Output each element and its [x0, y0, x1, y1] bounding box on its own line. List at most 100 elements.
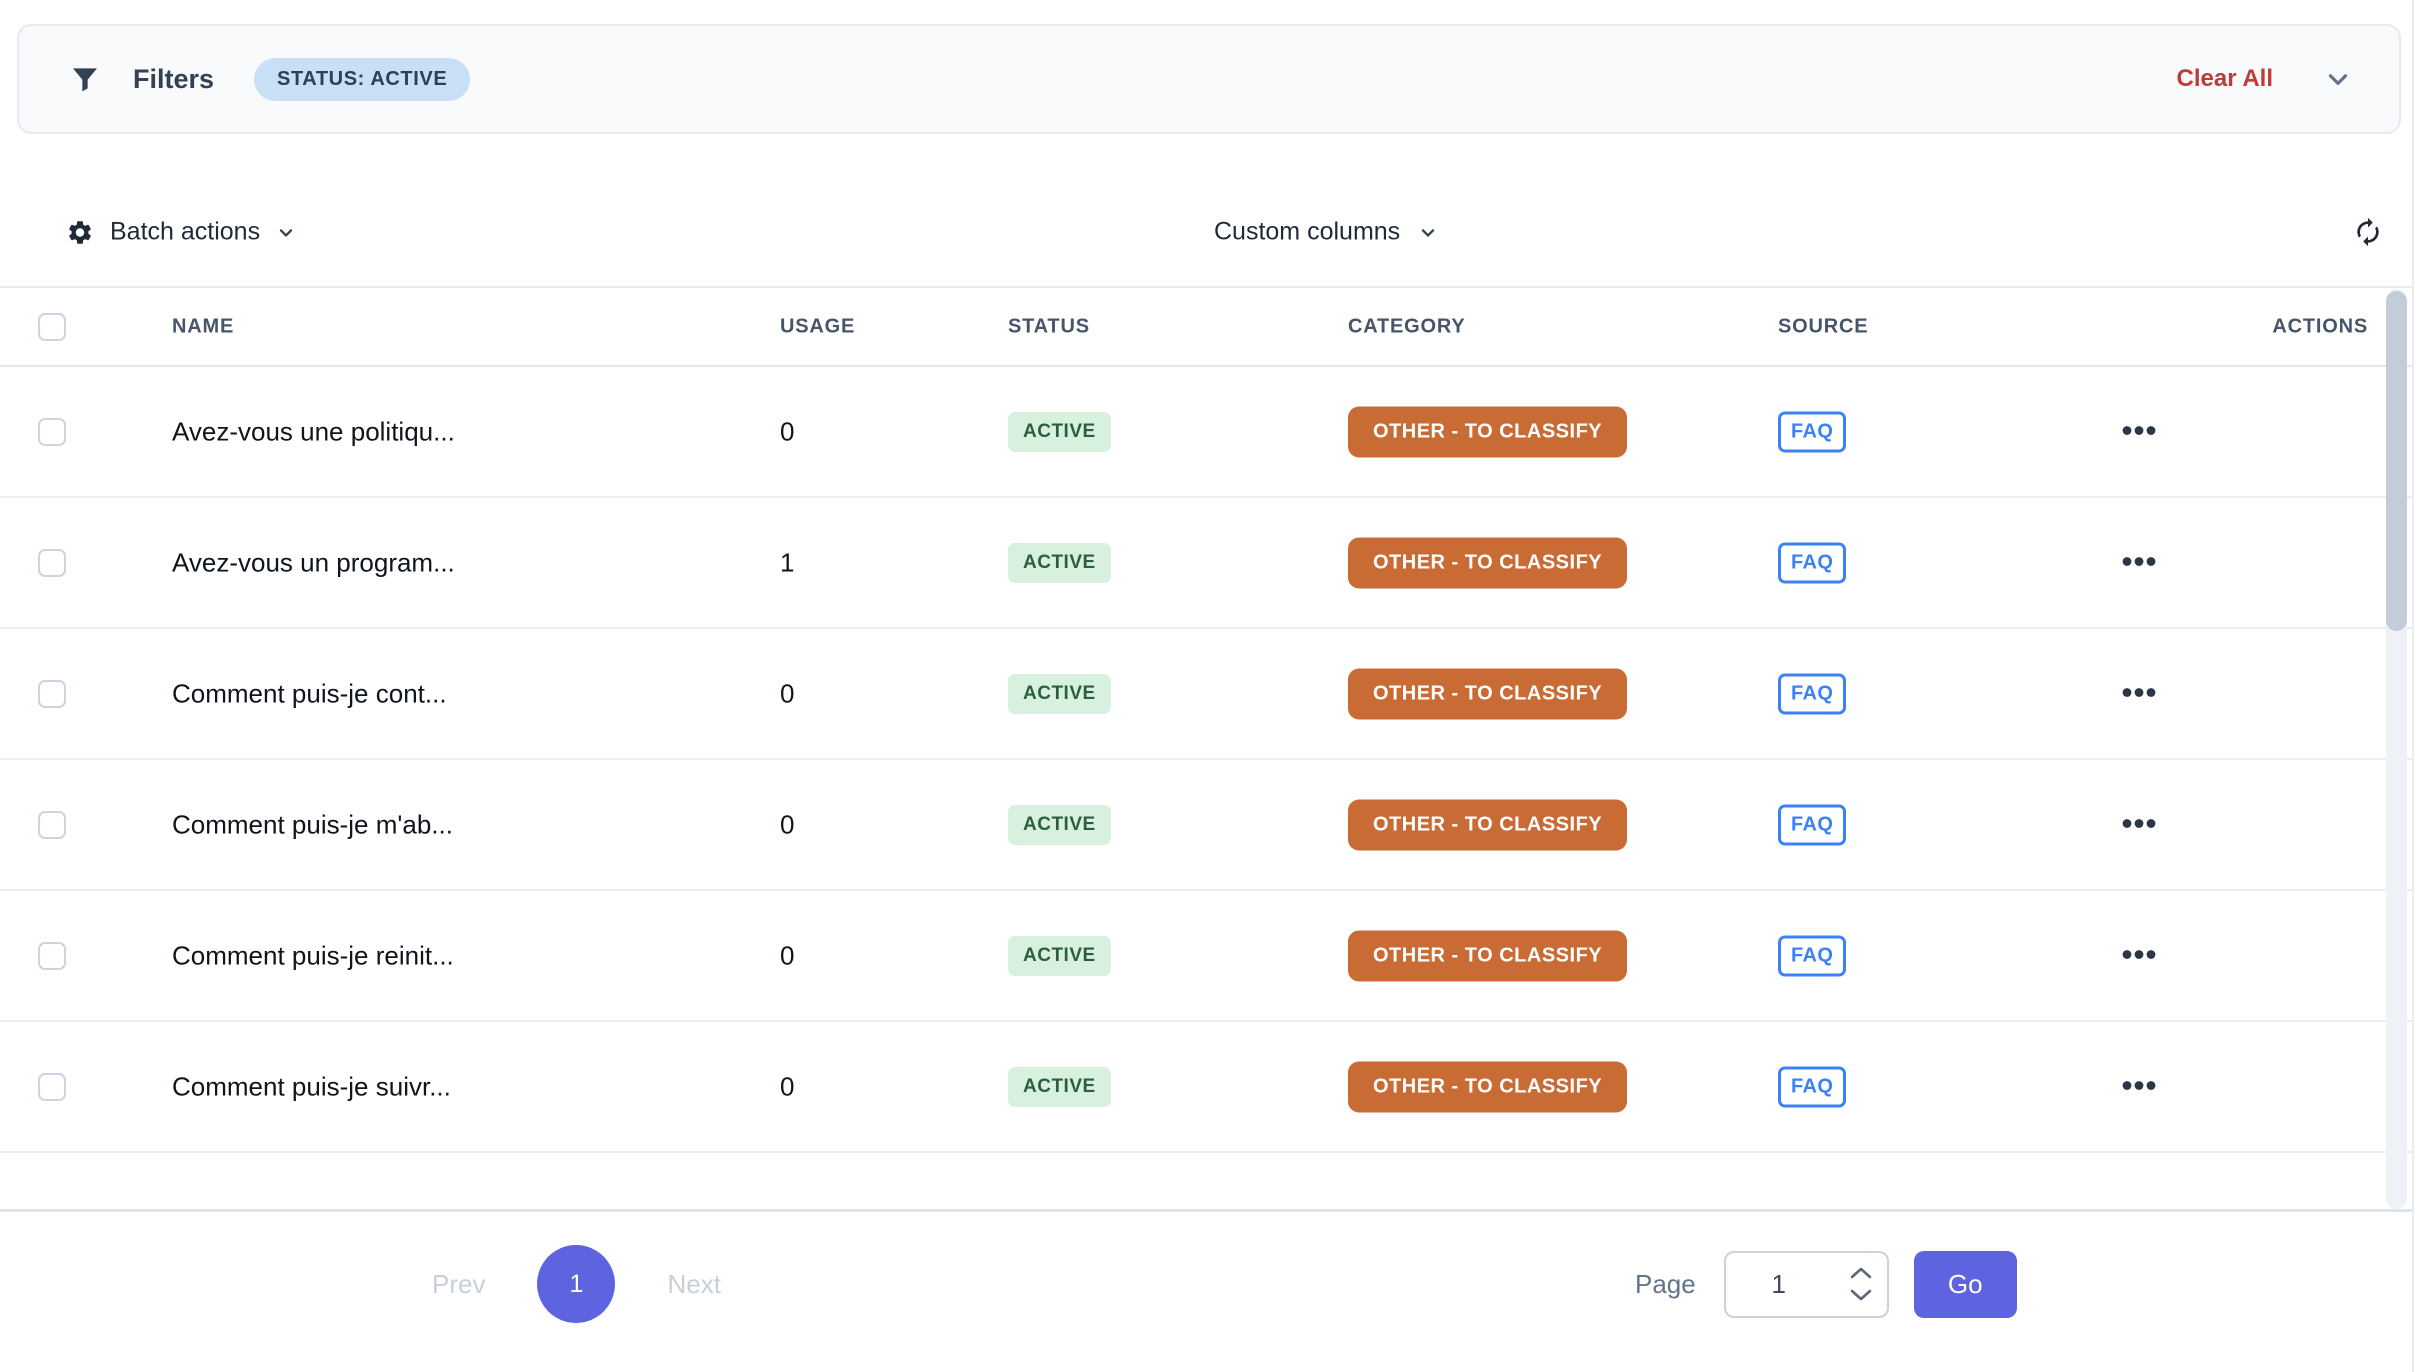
- status-badge: ACTIVE: [1008, 1067, 1111, 1107]
- status-badge: ACTIVE: [1008, 936, 1111, 976]
- row-actions-menu-button[interactable]: [2122, 554, 2156, 572]
- page-edge-divider: [2412, 0, 2414, 1372]
- filters-title: Filters: [133, 64, 214, 95]
- source-badge: FAQ: [1778, 804, 1846, 845]
- table-row: Comment puis-je m'ab... 0 ACTIVE OTHER -…: [0, 760, 2412, 891]
- current-page-button[interactable]: 1: [537, 1245, 615, 1323]
- category-badge: OTHER - TO CLASSIFY: [1348, 537, 1627, 588]
- row-source-cell: FAQ: [1778, 411, 1846, 452]
- row-name: Comment puis-je reinit...: [172, 940, 454, 971]
- stepper-up-button[interactable]: [1849, 1267, 1873, 1280]
- status-badge: ACTIVE: [1008, 412, 1111, 452]
- chevron-down-icon: [1418, 222, 1438, 242]
- row-checkbox[interactable]: [38, 1073, 66, 1101]
- chevron-down-icon: [276, 222, 296, 242]
- row-category-cell: OTHER - TO CLASSIFY: [1348, 668, 1627, 719]
- row-actions-menu-button[interactable]: [2122, 1078, 2156, 1096]
- page-input-value: 1: [1772, 1269, 1786, 1300]
- custom-columns-dropdown[interactable]: Custom columns: [1214, 218, 1438, 247]
- table-row: Avez-vous une politiqu... 0 ACTIVE OTHER…: [0, 367, 2412, 498]
- row-category-cell: OTHER - TO CLASSIFY: [1348, 930, 1627, 981]
- gear-icon: [66, 218, 94, 246]
- row-usage: 0: [780, 416, 794, 447]
- next-page-button[interactable]: Next: [667, 1269, 720, 1300]
- custom-columns-label: Custom columns: [1214, 218, 1400, 247]
- table-scrollbar-track[interactable]: [2386, 289, 2407, 1209]
- funnel-icon: [69, 63, 101, 95]
- status-badge: ACTIVE: [1008, 805, 1111, 845]
- stepper-down-button[interactable]: [1849, 1289, 1873, 1302]
- row-checkbox[interactable]: [38, 680, 66, 708]
- table-row: Comment puis-je reinit... 0 ACTIVE OTHER…: [0, 891, 2412, 1022]
- select-all-checkbox[interactable]: [38, 313, 66, 341]
- row-status-cell: ACTIVE: [1008, 543, 1111, 583]
- pagination-controls: Prev 1 Next: [432, 1245, 721, 1323]
- status-badge: ACTIVE: [1008, 543, 1111, 583]
- source-badge: FAQ: [1778, 542, 1846, 583]
- row-checkbox[interactable]: [38, 418, 66, 446]
- refresh-button[interactable]: [2352, 216, 2384, 248]
- page-number-input[interactable]: 1: [1724, 1251, 1889, 1318]
- row-source-cell: FAQ: [1778, 542, 1846, 583]
- table-row: Comment puis-je suivr... 0 ACTIVE OTHER …: [0, 1022, 2412, 1153]
- row-category-cell: OTHER - TO CLASSIFY: [1348, 537, 1627, 588]
- status-badge: ACTIVE: [1008, 674, 1111, 714]
- table-row-partial: [0, 1153, 2412, 1212]
- status-active-filter-chip[interactable]: STATUS: ACTIVE: [254, 58, 470, 101]
- row-actions-menu-button[interactable]: [2122, 685, 2156, 703]
- ellipsis-icon: [2122, 1078, 2156, 1095]
- clear-all-button[interactable]: Clear All: [2177, 65, 2273, 93]
- row-source-cell: FAQ: [1778, 1066, 1846, 1107]
- row-usage: 0: [780, 809, 794, 840]
- row-name: Comment puis-je cont...: [172, 678, 447, 709]
- category-badge: OTHER - TO CLASSIFY: [1348, 930, 1627, 981]
- ellipsis-icon: [2122, 423, 2156, 440]
- chevron-down-icon[interactable]: [2323, 64, 2353, 94]
- source-badge: FAQ: [1778, 673, 1846, 714]
- ellipsis-icon: [2122, 685, 2156, 702]
- ellipsis-icon: [2122, 947, 2156, 964]
- category-badge: OTHER - TO CLASSIFY: [1348, 406, 1627, 457]
- row-actions-menu-button[interactable]: [2122, 423, 2156, 441]
- table-row: Comment puis-je cont... 0 ACTIVE OTHER -…: [0, 629, 2412, 760]
- ellipsis-icon: [2122, 816, 2156, 833]
- page-jump-controls: Page 1 Go: [1635, 1245, 2017, 1323]
- row-status-cell: ACTIVE: [1008, 805, 1111, 845]
- data-table: NAME USAGE STATUS CATEGORY SOURCE ACTION…: [0, 286, 2412, 1212]
- table-header-row: NAME USAGE STATUS CATEGORY SOURCE ACTION…: [0, 288, 2412, 367]
- table-scrollbar-thumb[interactable]: [2386, 291, 2407, 631]
- row-name: Comment puis-je suivr...: [172, 1071, 451, 1102]
- batch-actions-label: Batch actions: [110, 218, 260, 247]
- row-actions-menu-button[interactable]: [2122, 947, 2156, 965]
- category-badge: OTHER - TO CLASSIFY: [1348, 668, 1627, 719]
- column-header-usage: USAGE: [780, 315, 855, 338]
- row-status-cell: ACTIVE: [1008, 412, 1111, 452]
- row-usage: 0: [780, 940, 794, 971]
- row-name: Avez-vous une politiqu...: [172, 416, 455, 447]
- filters-bar-left: Filters STATUS: ACTIVE: [69, 58, 470, 101]
- row-usage: 1: [780, 547, 794, 578]
- batch-actions-dropdown[interactable]: Batch actions: [66, 218, 296, 247]
- row-checkbox[interactable]: [38, 811, 66, 839]
- go-button[interactable]: Go: [1914, 1251, 2017, 1318]
- row-checkbox-cell: [38, 549, 66, 577]
- prev-page-button[interactable]: Prev: [432, 1269, 485, 1300]
- row-usage: 0: [780, 678, 794, 709]
- row-name: Avez-vous un program...: [172, 547, 455, 578]
- page-label: Page: [1635, 1269, 1696, 1300]
- column-header-status: STATUS: [1008, 315, 1090, 338]
- refresh-icon: [2352, 216, 2384, 248]
- ellipsis-icon: [2122, 554, 2156, 571]
- row-checkbox[interactable]: [38, 549, 66, 577]
- filters-bar-right: Clear All: [2177, 64, 2353, 94]
- row-checkbox[interactable]: [38, 942, 66, 970]
- category-badge: OTHER - TO CLASSIFY: [1348, 1061, 1627, 1112]
- row-status-cell: ACTIVE: [1008, 674, 1111, 714]
- row-checkbox-cell: [38, 942, 66, 970]
- row-status-cell: ACTIVE: [1008, 936, 1111, 976]
- row-source-cell: FAQ: [1778, 673, 1846, 714]
- table-toolbar: Batch actions Custom columns: [0, 187, 2412, 277]
- row-category-cell: OTHER - TO CLASSIFY: [1348, 1061, 1627, 1112]
- row-actions-menu-button[interactable]: [2122, 816, 2156, 834]
- row-status-cell: ACTIVE: [1008, 1067, 1111, 1107]
